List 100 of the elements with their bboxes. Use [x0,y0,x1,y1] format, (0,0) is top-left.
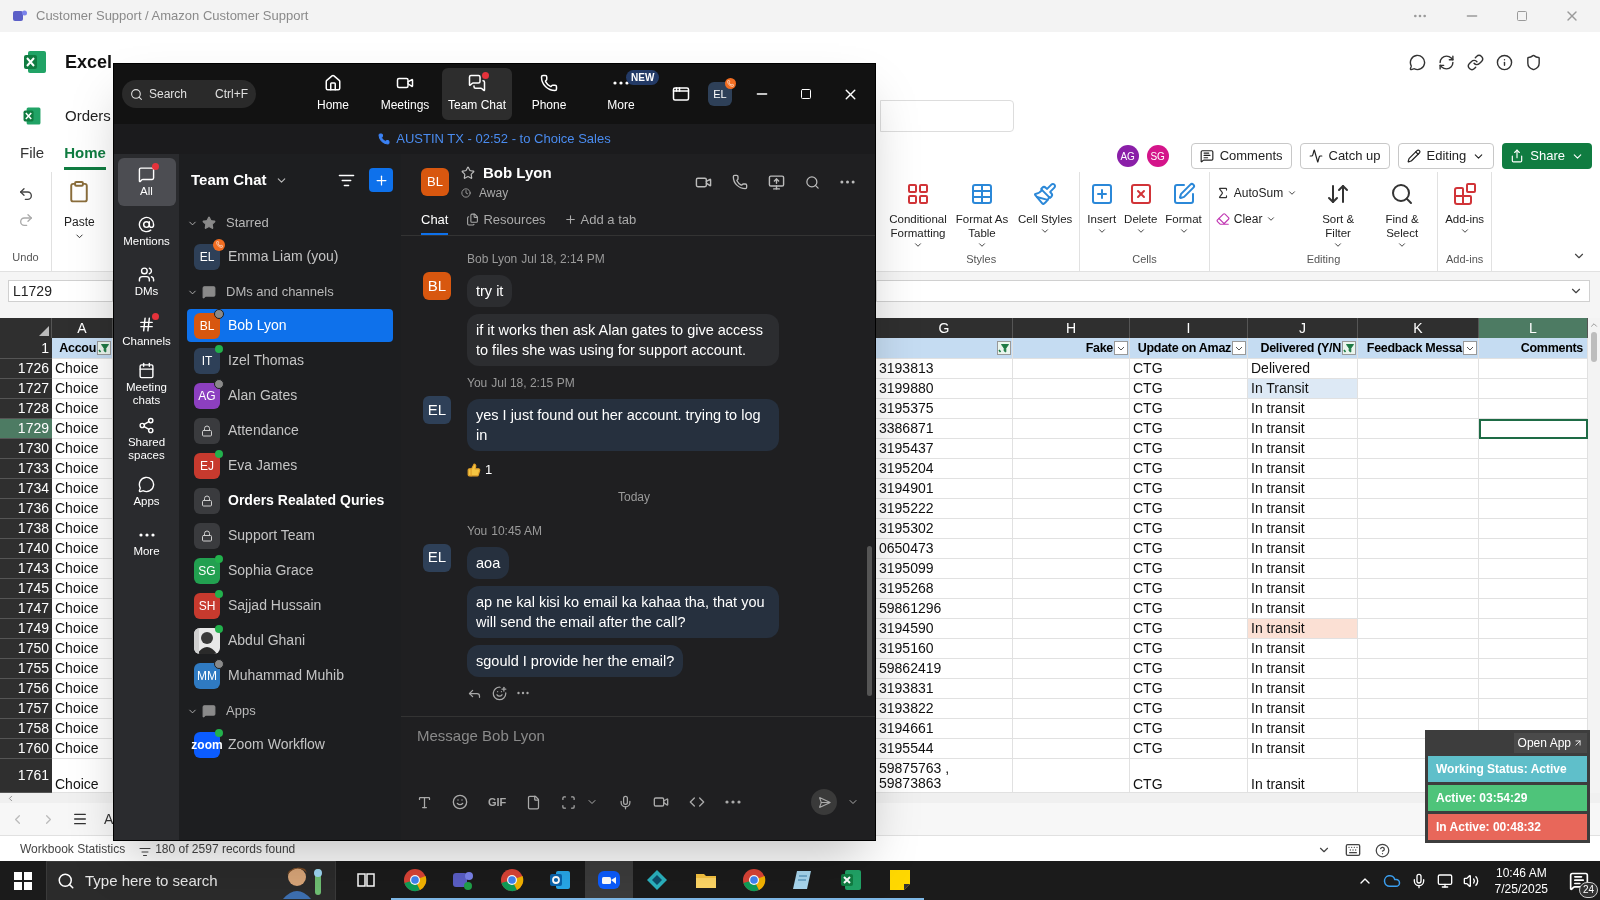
row-header[interactable]: 1749 [0,619,52,639]
volume-icon[interactable] [1462,873,1479,889]
open-app-button[interactable]: Open App [1513,733,1587,753]
help-icon[interactable] [1375,842,1390,858]
row-header[interactable]: 1747 [0,599,52,619]
row-header[interactable]: 1726 [0,359,52,379]
conversation-item[interactable]: MM Muhammad Muhib [187,659,393,692]
row-header[interactable]: 1727 [0,379,52,399]
nav-tab[interactable]: Meetings [370,68,440,120]
network-icon[interactable] [1436,873,1453,889]
section-header[interactable]: Starred [187,206,393,240]
chat-tab[interactable]: Resources [466,209,546,235]
row-header[interactable]: 1730 [0,439,52,459]
ribbon-tab[interactable]: File [20,142,45,170]
more-icon[interactable] [725,800,742,804]
column-header[interactable]: L [1479,318,1588,338]
rail-item[interactable]: Meeting chats [117,358,176,411]
row-header[interactable]: 1740 [0,539,52,559]
conversation-item[interactable]: Attendance [187,414,393,447]
conversation-item[interactable]: EL Emma Liam (you) [187,240,393,273]
emoji-icon[interactable] [452,794,468,810]
nav-tab[interactable]: Home [298,68,368,120]
ribbon-command[interactable]: AutoSum [1213,182,1300,204]
window-icon[interactable] [672,85,690,103]
filter-button[interactable] [997,341,1011,355]
conversation-item[interactable]: AG Alan Gates [187,379,393,412]
more-icon[interactable] [840,180,855,184]
conversation-item[interactable]: IT Izel Thomas [187,344,393,377]
header-button[interactable]: Catch up [1299,143,1390,169]
search-field[interactable]: Search Ctrl+F [122,80,256,108]
call-banner[interactable]: AUSTIN TX - 02:52 - to Choice Sales [396,129,611,149]
refresh-icon[interactable] [1438,53,1455,71]
row-header[interactable]: 1745 [0,579,52,599]
nav-tab[interactable]: Team Chat [442,68,512,120]
ribbon-command[interactable]: Format As Table [951,182,1013,251]
ribbon-command[interactable]: Add-ins [1442,182,1488,251]
conversation-item[interactable]: BL Bob Lyon [187,309,393,342]
screenshot-icon[interactable] [561,794,577,810]
conversation-item[interactable]: Support Team [187,519,393,552]
video-camera-icon[interactable] [653,794,670,810]
row-header[interactable]: 1756 [0,679,52,699]
chat-tab[interactable]: Add a tab [563,209,637,235]
sheet-tab[interactable]: A [104,808,114,830]
select-all-icon[interactable] [39,326,49,336]
send-button[interactable] [811,789,837,815]
keyboard-icon[interactable] [1345,842,1361,858]
chat-tab[interactable]: Chat [421,209,449,235]
rail-item[interactable]: All [117,158,176,206]
ribbon-command[interactable]: Sort & Filter [1307,182,1370,251]
ribbon-command[interactable]: Conditional Formatting [887,182,949,251]
row-header[interactable]: 1758 [0,719,52,739]
more-icon[interactable] [517,691,529,695]
dropdown-button[interactable] [1232,341,1246,355]
row-header[interactable]: 1 [0,338,52,359]
rail-item[interactable]: Apps [117,468,176,516]
search-icon[interactable] [805,174,820,190]
section-header[interactable]: Apps [187,694,393,728]
selected-cell[interactable] [1479,419,1588,439]
file-icon[interactable] [526,794,542,810]
conversation-item[interactable]: SG Sophia Grace [187,554,393,587]
ribbon-command[interactable]: Insert [1084,182,1120,251]
info-icon[interactable] [1496,53,1513,71]
more-icon[interactable] [613,81,629,85]
taskbar-search-field[interactable]: Type here to search [46,861,336,900]
row-header[interactable]: 1757 [0,699,52,719]
collaborator-avatar[interactable]: AG [1116,145,1139,167]
more-icon[interactable] [138,532,155,537]
row-header[interactable]: 1734 [0,479,52,499]
ribbon-command[interactable]: Clear [1213,208,1300,230]
header-button[interactable]: Comments [1190,143,1292,169]
microphone-icon[interactable] [618,794,634,810]
row-header[interactable]: 1760 [0,739,52,759]
cloud-icon[interactable] [1382,872,1401,890]
scrollbar-thumb[interactable] [867,546,872,696]
row-header[interactable]: 1729 [0,419,52,439]
user-avatar[interactable]: EL [708,82,732,106]
name-box[interactable]: L1729 [8,280,113,302]
gif-button[interactable]: GIF [488,793,507,811]
comment-icon[interactable] [1409,53,1426,71]
phone-icon[interactable] [732,174,748,190]
add-reaction-icon[interactable] [492,685,507,701]
scrollbar-thumb[interactable] [1591,332,1597,362]
collaborator-avatar[interactable]: SG [1146,145,1169,167]
rail-item[interactable]: DMs [117,258,176,306]
row-header[interactable]: 1736 [0,499,52,519]
undo-icon[interactable] [17,186,34,202]
row-header[interactable]: 1750 [0,639,52,659]
sidebar-title[interactable]: Team Chat [191,168,267,192]
code-icon[interactable] [689,794,706,810]
ribbon-command[interactable]: Format [1162,182,1205,251]
new-chat-button[interactable] [369,168,393,192]
header-button[interactable]: Share [1502,143,1592,169]
row-header[interactable]: 1743 [0,559,52,579]
conversation-item[interactable]: Orders Realated Quries [187,484,393,517]
row-header[interactable]: 1728 [0,399,52,419]
message-input[interactable]: Message Bob Lyon [417,717,859,789]
conversation-item[interactable]: EJ Eva James [187,449,393,482]
ribbon-tab[interactable]: Home [64,142,106,170]
nav-tab[interactable]: Phone [514,68,584,120]
rail-item[interactable]: Mentions [117,208,176,256]
